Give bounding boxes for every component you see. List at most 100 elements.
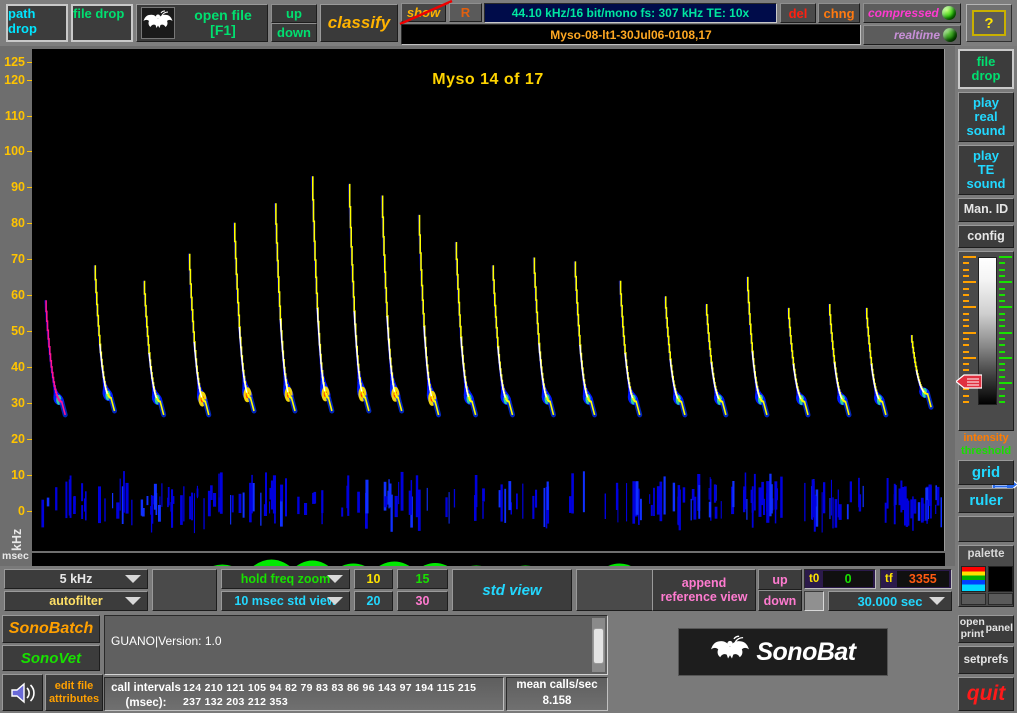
open-file-button[interactable]: open file [F1] xyxy=(136,4,268,42)
slider-tick xyxy=(963,306,976,308)
slider-tick xyxy=(999,294,1005,296)
change-button[interactable]: chng xyxy=(818,3,860,23)
delete-button[interactable]: del xyxy=(780,3,816,23)
realtime-indicator[interactable]: realtime xyxy=(863,25,961,45)
spectrogram-canvas[interactable]: Myso 14 of 17 xyxy=(32,49,945,551)
guano-scrollbar[interactable] xyxy=(592,618,605,672)
slider-tick xyxy=(963,332,976,334)
play-real-sound-button[interactable]: play real sound xyxy=(958,92,1014,142)
append-reference-view-button[interactable]: append reference view xyxy=(652,569,756,611)
chevron-down-icon xyxy=(125,575,141,583)
intensity-upper-handle[interactable] xyxy=(956,374,982,389)
intensity-threshold-slider[interactable] xyxy=(958,251,1014,431)
palette-select-b[interactable] xyxy=(988,593,1013,605)
help-question-icon: ? xyxy=(972,10,1006,36)
palette-color-swatch[interactable] xyxy=(961,566,986,592)
speaker-button[interactable] xyxy=(2,674,43,711)
ruler-button[interactable]: ruler xyxy=(958,488,1014,513)
sidebar-file-drop-button[interactable]: file drop xyxy=(958,49,1014,89)
nav-down-button[interactable]: down xyxy=(271,23,317,42)
bat-call-sweep xyxy=(349,185,369,411)
sonovet-button[interactable]: SonoVet xyxy=(2,645,100,671)
bat-call-sweep xyxy=(275,204,295,411)
t0-field[interactable]: t0 0 xyxy=(804,569,876,589)
manual-id-button[interactable]: Man. ID xyxy=(958,198,1014,222)
view-up-button[interactable]: up xyxy=(758,569,802,590)
open-print-line2: panel xyxy=(986,623,1013,635)
view-down-button[interactable]: down xyxy=(758,590,802,611)
bat-call-sweep xyxy=(234,224,254,412)
freq-tick-label: 80 xyxy=(11,216,25,230)
sidebar-file-drop-line1: file xyxy=(977,55,996,69)
set-prefs-button[interactable]: set prefs xyxy=(958,646,1014,674)
slider-tick xyxy=(999,395,1005,397)
file-drop-button[interactable]: file drop xyxy=(71,4,133,42)
tf-label: tf xyxy=(881,573,897,585)
duration-checkbox[interactable] xyxy=(804,591,824,611)
sidebar-file-drop-line2: drop xyxy=(972,69,1001,83)
preset-15-button[interactable]: 15 xyxy=(397,569,448,589)
freq-tick-label: 60 xyxy=(11,288,25,302)
slider-tick xyxy=(963,363,969,365)
palette-black-swatch[interactable] xyxy=(988,566,1013,592)
r-button[interactable]: R xyxy=(449,3,482,22)
path-drop-button[interactable]: path drop xyxy=(6,4,68,42)
t0-value[interactable]: 0 xyxy=(823,571,873,587)
sidebar-blank-panel xyxy=(958,516,1014,542)
bat-call-sweep xyxy=(95,266,115,411)
slider-tick xyxy=(999,319,1005,321)
compressed-led-icon xyxy=(942,6,956,20)
show-button[interactable]: show xyxy=(401,3,446,22)
quit-button[interactable]: quit xyxy=(958,677,1014,711)
help-button[interactable]: ? xyxy=(966,4,1012,42)
low-frequency-noise-band xyxy=(41,471,942,533)
chevron-down-icon xyxy=(327,597,343,605)
bottom-panel: SonoBatch SonoVet edit file attributes G… xyxy=(0,613,955,713)
nav-up-button[interactable]: up xyxy=(271,4,317,23)
slider-tick xyxy=(963,275,969,277)
autofilter-dropdown[interactable]: autofilter xyxy=(4,591,148,611)
set-prefs-line2: prefs xyxy=(980,654,1008,667)
preset-20-button[interactable]: 20 xyxy=(354,591,393,611)
chevron-down-icon xyxy=(125,597,141,605)
std-view-button[interactable]: std view xyxy=(452,569,572,611)
speaker-icon xyxy=(9,681,37,705)
play-te-line2: TE xyxy=(978,163,995,177)
intensity-label-line1: intensity xyxy=(955,432,1017,445)
preset-10-button[interactable]: 10 xyxy=(354,569,393,589)
khz-filter-dropdown[interactable]: 5 kHz xyxy=(4,569,148,589)
palette-select-a[interactable] xyxy=(961,593,986,605)
bat-call-sweep xyxy=(665,297,685,415)
freq-tick-label: 110 xyxy=(5,109,25,123)
edit-file-attributes-button[interactable]: edit file attributes xyxy=(45,674,103,711)
duration-dropdown[interactable]: 30.000 sec xyxy=(828,591,952,611)
classify-button[interactable]: classify xyxy=(320,4,398,42)
msec-view-dropdown[interactable]: 10 msec std view xyxy=(221,591,350,611)
call-trace-line xyxy=(911,336,931,407)
play-te-sound-button[interactable]: play TE sound xyxy=(958,145,1014,195)
grid-button[interactable]: grid xyxy=(958,460,1014,485)
play-real-line2: real xyxy=(974,110,997,124)
bat-call-sweep xyxy=(144,282,164,415)
file-drop-label-line1: file xyxy=(73,6,92,21)
open-file-line2: [F1] xyxy=(210,22,236,38)
palette-selector[interactable]: palette xyxy=(958,545,1014,607)
preset-30-button[interactable]: 30 xyxy=(397,591,448,611)
guano-metadata-box[interactable]: GUANO|Version: 1.0 xyxy=(104,615,608,675)
slider-tick xyxy=(999,351,1005,353)
slider-tick xyxy=(999,382,1012,384)
spectrogram-title: Myso 14 of 17 xyxy=(32,71,944,89)
hold-freq-zoom-dropdown[interactable]: hold freq zoom xyxy=(221,569,350,589)
compressed-indicator[interactable]: compressed xyxy=(863,3,961,23)
tf-field[interactable]: tf 3355 xyxy=(880,569,952,589)
controls-blank-panel-a xyxy=(152,569,217,611)
sonobatch-button[interactable]: SonoBatch xyxy=(2,615,100,643)
slider-tick xyxy=(963,256,976,258)
guano-metadata-text: GUANO|Version: 1.0 xyxy=(111,634,222,648)
guano-scrollbar-thumb[interactable] xyxy=(593,628,604,664)
slider-tick xyxy=(963,262,969,264)
slider-tick xyxy=(963,281,976,283)
open-print-panel-button[interactable]: open print panel xyxy=(958,615,1014,643)
config-button[interactable]: config xyxy=(958,225,1014,248)
tf-value[interactable]: 3355 xyxy=(897,571,949,587)
